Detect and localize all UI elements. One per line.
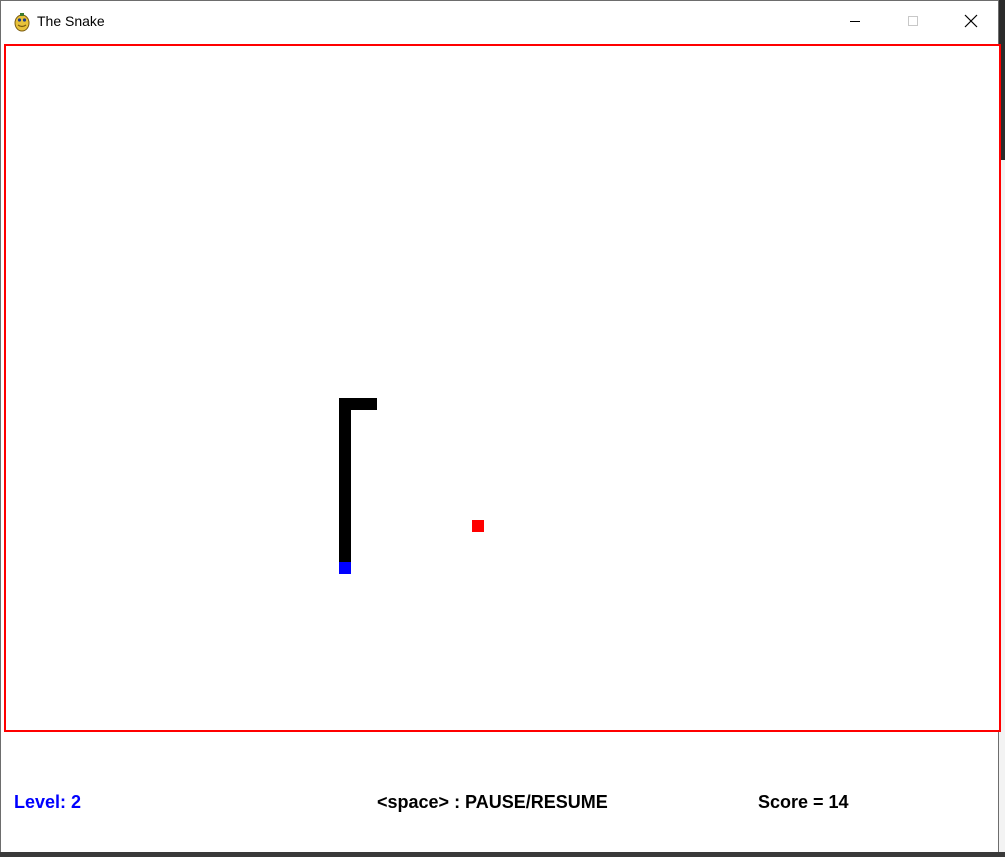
game-window: The Snake Level: 2 <space> : PAUSE/RESUM… xyxy=(0,0,1001,852)
level-indicator: Level: 2 xyxy=(14,792,82,812)
food-pellet xyxy=(472,520,484,532)
minimize-button[interactable] xyxy=(832,1,878,41)
snake-body-segment xyxy=(339,398,351,562)
minimize-icon xyxy=(850,21,860,22)
window-title: The Snake xyxy=(37,13,105,29)
maximize-button[interactable] xyxy=(890,1,936,41)
score-display: Score = 14 xyxy=(758,792,849,812)
snake-head xyxy=(339,562,351,574)
close-icon xyxy=(964,14,978,28)
pause-hint: <space> : PAUSE/RESUME xyxy=(377,792,608,812)
close-button[interactable] xyxy=(948,1,994,41)
game-board xyxy=(4,44,1001,732)
title-bar[interactable]: The Snake xyxy=(1,1,998,41)
pygame-snake-icon xyxy=(14,13,30,32)
maximize-icon xyxy=(908,16,918,26)
status-bar: Level: 2 <space> : PAUSE/RESUME Score = … xyxy=(1,732,998,852)
background-taskbar-edge xyxy=(0,852,1005,857)
